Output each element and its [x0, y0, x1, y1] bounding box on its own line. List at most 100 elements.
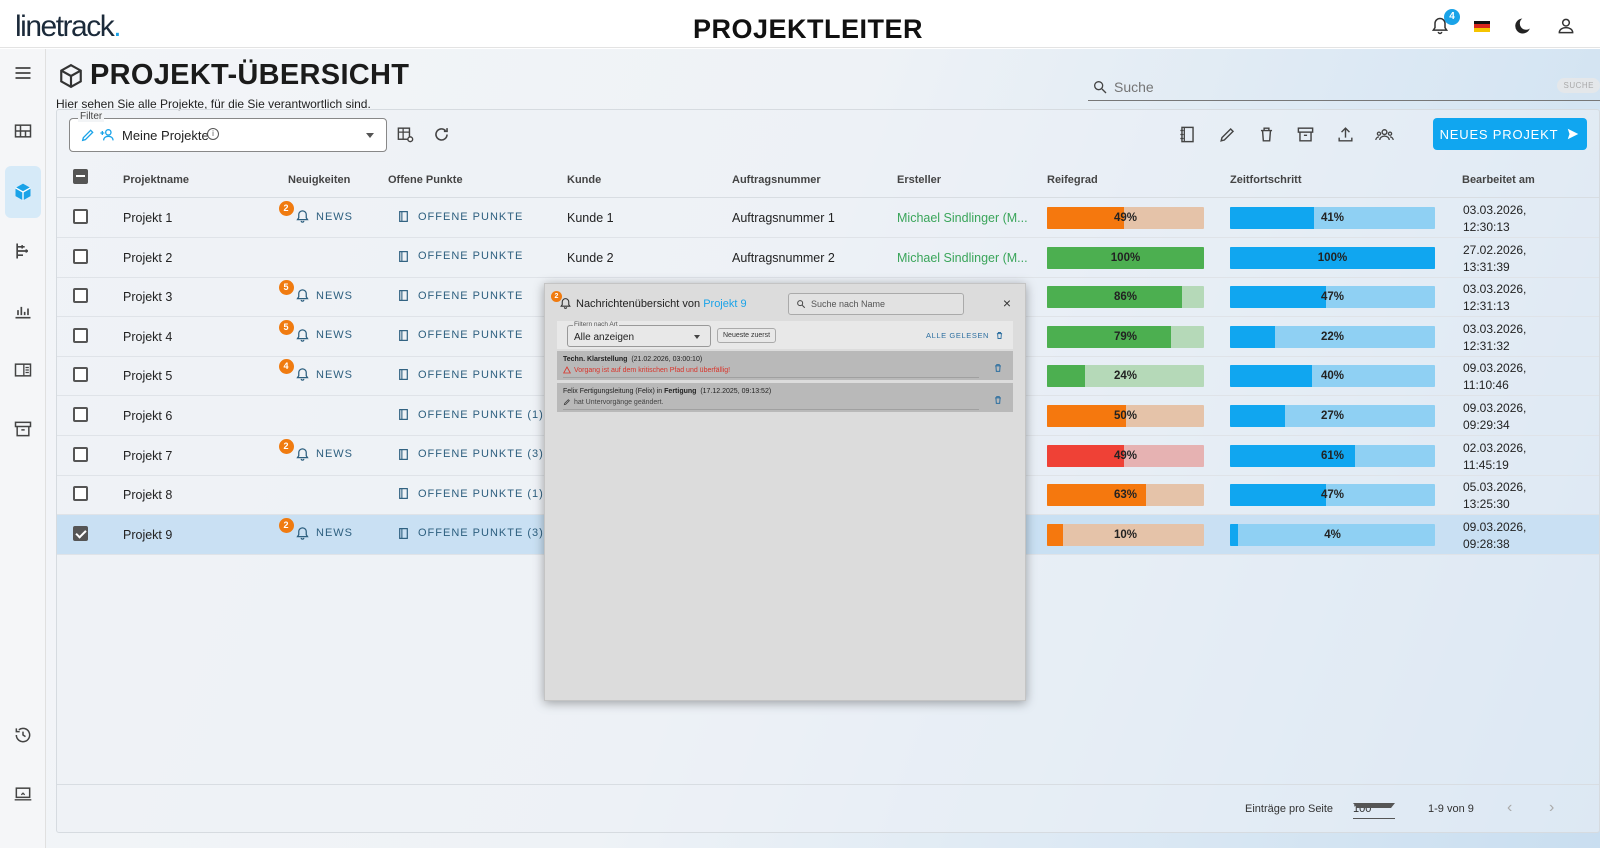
- col-kunde[interactable]: Kunde: [567, 174, 601, 186]
- app-logo[interactable]: linetrack.: [15, 10, 122, 44]
- row-checkbox[interactable]: [73, 525, 88, 541]
- col-zeitfortschritt[interactable]: Zeitfortschritt: [1230, 174, 1302, 186]
- info-icon[interactable]: i: [207, 128, 219, 140]
- time-progress-bar: 61%: [1230, 444, 1435, 467]
- project-name[interactable]: Projekt 6: [123, 409, 172, 423]
- open-items-button[interactable]: OFFENE PUNKTE (1): [397, 487, 544, 500]
- pencil-icon: [563, 399, 570, 406]
- per-page-label: Einträge pro Seite: [1245, 803, 1334, 815]
- row-checkbox[interactable]: [73, 209, 88, 224]
- per-page-select[interactable]: 100: [1353, 797, 1395, 819]
- sidebar: [0, 49, 46, 848]
- col-projektname[interactable]: Projektname: [123, 174, 189, 186]
- news-button[interactable]: 2 NEWS: [279, 201, 353, 224]
- notebook-icon[interactable]: [1177, 124, 1197, 144]
- next-page-button[interactable]: ›: [1549, 799, 1554, 817]
- dashboard-icon[interactable]: [5, 113, 41, 149]
- project-name[interactable]: Projekt 4: [123, 330, 172, 344]
- open-items-button[interactable]: OFFENE PUNKTE: [397, 368, 523, 381]
- row-checkbox[interactable]: [73, 446, 88, 462]
- row-checkbox[interactable]: [73, 248, 88, 264]
- new-project-button[interactable]: NEUES PROJEKT: [1433, 118, 1587, 150]
- project-name[interactable]: Projekt 1: [123, 211, 172, 225]
- refresh-icon[interactable]: [431, 124, 451, 144]
- search-field[interactable]: SUCHE: [1088, 73, 1600, 101]
- menu-icon[interactable]: [5, 55, 41, 91]
- projects-cube-icon[interactable]: [5, 166, 41, 218]
- close-icon[interactable]: ×: [1003, 296, 1011, 310]
- delete-news-icon[interactable]: [993, 360, 1003, 378]
- open-items-button[interactable]: OFFENE PUNKTE (3): [397, 448, 544, 461]
- team-icon[interactable]: [1374, 124, 1394, 144]
- order-number: Auftragsnummer 1: [732, 211, 835, 225]
- col-bearbeitet-am[interactable]: Bearbeitet am: [1462, 174, 1535, 186]
- search-icon: [797, 300, 806, 309]
- maturity-bar: 86%: [1047, 286, 1204, 309]
- dark-mode-moon-icon[interactable]: [1514, 14, 1534, 38]
- modal-project-link[interactable]: Projekt 9: [703, 298, 746, 310]
- presentation-icon[interactable]: [5, 776, 41, 812]
- delete-news-icon[interactable]: [993, 392, 1003, 410]
- row-checkbox[interactable]: [73, 407, 88, 422]
- sort-button[interactable]: Neueste zuerst: [717, 328, 777, 343]
- edit-pencil-icon[interactable]: [1217, 124, 1237, 144]
- bell-icon: [296, 210, 309, 223]
- open-items-button[interactable]: OFFENE PUNKTE: [397, 250, 523, 263]
- col-reifegrad[interactable]: Reifegrad: [1047, 174, 1098, 186]
- news-item[interactable]: Felix Fertigungsleitung (Felix) in Ferti…: [557, 383, 1013, 412]
- row-checkbox[interactable]: [73, 327, 88, 343]
- news-item[interactable]: Techn. Klarstellung (21.02.2026, 03:00:1…: [557, 351, 1013, 380]
- notification-bell-icon[interactable]: 4: [1430, 9, 1460, 38]
- row-checkbox[interactable]: [73, 288, 88, 304]
- creator[interactable]: Michael Sindlinger (M...: [897, 251, 1028, 265]
- archive-box-icon[interactable]: [1295, 124, 1315, 144]
- table-row[interactable]: Projekt 1 2 NEWS OFFENE PUNKTE Kunde 1 Auftra…: [57, 198, 1599, 238]
- open-items-button[interactable]: OFFENE PUNKTE: [397, 210, 523, 223]
- open-items-button[interactable]: OFFENE PUNKTE (1): [397, 408, 544, 421]
- project-name[interactable]: Projekt 3: [123, 290, 172, 304]
- filter-select[interactable]: Filter Meine Projekte i: [69, 111, 387, 152]
- col-auftragsnummer[interactable]: Auftragsnummer: [732, 174, 821, 186]
- row-checkbox[interactable]: [73, 486, 88, 502]
- filter-value: Meine Projekte: [122, 128, 209, 143]
- table-row[interactable]: Projekt 2 OFFENE PUNKTE Kunde 2 Auftragsnum…: [57, 238, 1599, 278]
- news-button[interactable]: 5 NEWS: [279, 280, 353, 303]
- row-checkbox[interactable]: [73, 367, 88, 383]
- col-neuigkeiten[interactable]: Neuigkeiten: [288, 174, 350, 186]
- col-offene-punkte[interactable]: Offene Punkte: [388, 174, 463, 186]
- open-items-button[interactable]: OFFENE PUNKTE (3): [397, 527, 544, 540]
- bell-icon: [296, 527, 309, 540]
- news-button[interactable]: 5 NEWS: [279, 319, 353, 343]
- news-button[interactable]: 2 NEWS: [279, 438, 353, 462]
- open-items-button[interactable]: OFFENE PUNKTE: [397, 329, 523, 342]
- col-ersteller[interactable]: Ersteller: [897, 174, 941, 186]
- board-icon[interactable]: [5, 352, 41, 388]
- language-flag-de-icon[interactable]: [1472, 14, 1492, 38]
- open-items-button[interactable]: OFFENE PUNKTE: [397, 289, 523, 302]
- select-all-checkbox[interactable]: [73, 169, 88, 184]
- user-account-icon[interactable]: [1556, 14, 1576, 38]
- news-button[interactable]: 4 NEWS: [279, 359, 353, 382]
- search-input[interactable]: [1114, 78, 1514, 95]
- notebook-icon: [399, 211, 408, 222]
- modal-search-input[interactable]: Suche nach Name: [788, 293, 964, 315]
- prev-page-button[interactable]: ‹: [1507, 799, 1512, 817]
- mark-all-read-button[interactable]: ALLE GELESEN: [926, 331, 1004, 340]
- project-name[interactable]: Projekt 5: [123, 369, 172, 383]
- project-name[interactable]: Projekt 8: [123, 488, 172, 502]
- time-progress-label: 100%: [1317, 251, 1348, 264]
- archive-icon[interactable]: [5, 411, 41, 447]
- delete-trash-icon[interactable]: [1256, 124, 1276, 144]
- creator[interactable]: Michael Sindlinger (M...: [897, 211, 1028, 225]
- project-name[interactable]: Projekt 9: [123, 528, 172, 542]
- project-name[interactable]: Projekt 2: [123, 251, 172, 265]
- filter-legend: Filter: [78, 111, 105, 122]
- news-button[interactable]: 2 NEWS: [279, 517, 353, 541]
- history-icon[interactable]: [5, 717, 41, 753]
- upload-icon[interactable]: [1335, 124, 1355, 144]
- gantt-icon[interactable]: [5, 233, 41, 269]
- modal-type-filter[interactable]: Filtern nach Art Alle anzeigen: [567, 321, 711, 347]
- project-name[interactable]: Projekt 7: [123, 449, 172, 463]
- statistics-icon[interactable]: [5, 293, 41, 329]
- table-settings-icon[interactable]: [395, 124, 415, 144]
